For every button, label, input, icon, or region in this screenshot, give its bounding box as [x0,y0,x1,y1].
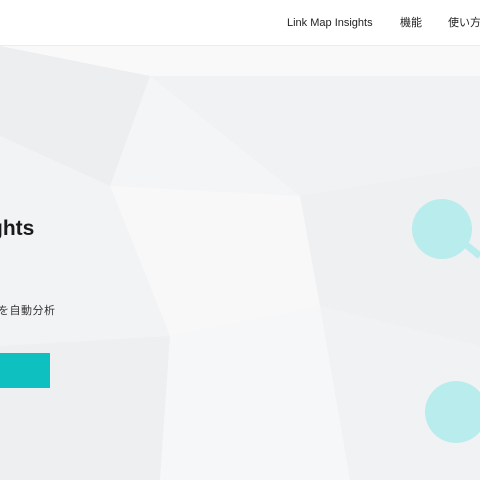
node-circle-top [412,199,472,259]
nav-link-map-insights[interactable]: Link Map Insights [287,16,373,30]
site-header: Link Map Insights 機能 使い方 [0,0,480,46]
network-node-graphic [412,199,480,443]
hero-cta-button[interactable] [0,353,50,388]
hero-section: ghts を自動分析 [0,46,480,480]
nav-features[interactable]: 機能 [400,16,422,30]
node-circle-bottom [425,381,480,443]
nav-how-to-use[interactable]: 使い方 [448,16,480,30]
hero-title: ghts [0,217,35,240]
hero-subtitle: を自動分析 [0,305,56,317]
